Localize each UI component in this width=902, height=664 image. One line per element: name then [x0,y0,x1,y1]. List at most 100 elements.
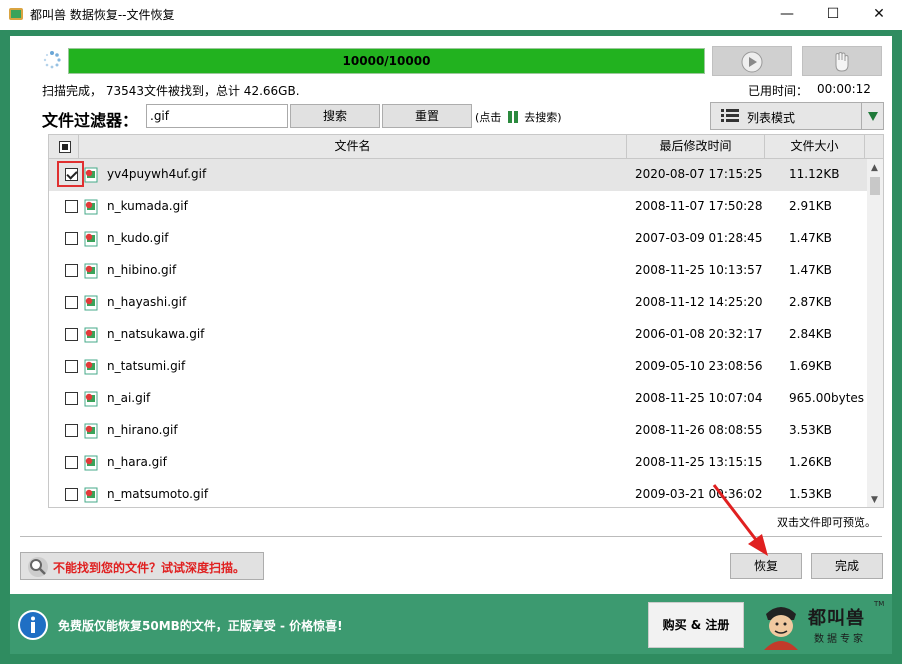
table-row[interactable]: n_kudo.gif 2007-03-09 01:28:45 1.47KB [49,223,867,255]
app-logo-icon [9,8,23,20]
gif-file-icon [84,359,98,375]
chevron-down-icon[interactable] [868,112,878,121]
deep-scan-button[interactable]: 不能找到您的文件？试试深度扫描。 [20,552,264,580]
search-button[interactable]: 搜索 [290,104,380,128]
file-name: n_ai.gif [107,391,151,405]
header-filler [865,135,883,159]
select-all-checkbox[interactable] [59,141,71,153]
list-view-icon [721,109,739,122]
minimize-button[interactable]: — [764,0,810,30]
table-row[interactable]: n_natsukawa.gif 2006-01-08 20:32:17 2.84KB [49,319,867,351]
table-row[interactable]: n_ai.gif 2008-11-25 10:07:04 965.00bytes [49,383,867,415]
row-checkbox[interactable] [65,488,78,501]
promo-footer: 免费版仅能恢复50MB的文件，正版享受 - 价格惊喜! 购买 & 注册 都叫兽 … [10,594,892,654]
file-modified: 2006-01-08 20:32:17 [635,327,763,341]
close-button[interactable]: ✕ [856,0,902,30]
row-checkbox[interactable] [65,232,78,245]
row-checkbox[interactable] [65,264,78,277]
view-mode-label: 列表模式 [747,111,796,125]
file-size: 2.87KB [789,295,832,309]
col-filename[interactable]: 文件名 [79,135,627,159]
scroll-thumb[interactable] [870,177,880,195]
scroll-up-icon[interactable]: ▲ [871,163,878,173]
table-row[interactable]: yv4puywh4uf.gif 2020-08-07 17:15:25 11.12K… [49,159,867,191]
row-checkbox[interactable] [65,424,78,437]
table-header: 文件名 最后修改时间 文件大小 [49,135,883,159]
divider [20,536,882,537]
row-checkbox[interactable] [65,456,78,469]
progress-text: 10000/10000 [342,54,431,68]
col-size[interactable]: 文件大小 [765,135,865,159]
file-modified: 2020-08-07 17:15:25 [635,167,763,181]
dropdown-separator [861,103,862,129]
file-modified: 2008-11-26 08:08:55 [635,423,763,437]
file-name: n_matsumoto.gif [107,487,209,501]
file-modified: 2009-05-10 23:08:56 [635,359,763,373]
table-row[interactable]: n_hara.gif 2008-11-25 13:15:15 1.26KB [49,447,867,479]
elapsed-time: 00:00:12 [817,82,871,96]
resume-button[interactable] [712,46,792,76]
col-modified[interactable]: 最后修改时间 [627,135,765,159]
table-row[interactable]: n_hirano.gif 2008-11-26 08:08:55 3.53KB [49,415,867,447]
file-name: n_hirano.gif [107,423,178,437]
row-checkbox[interactable] [65,360,78,373]
file-size: 11.12KB [789,167,840,181]
gif-file-icon [84,167,98,183]
file-size: 1.26KB [789,455,832,469]
row-checkbox[interactable] [65,328,78,341]
stop-button[interactable] [802,46,882,76]
file-size: 2.84KB [789,327,832,341]
select-all-cell[interactable] [49,135,79,159]
file-name: n_kudo.gif [107,231,169,245]
file-name: n_hara.gif [107,455,167,469]
gif-file-icon [84,295,98,311]
recover-button[interactable]: 恢复 [730,553,802,579]
window-title: 都叫兽 数据恢复--文件恢复 [30,8,175,22]
file-size: 1.47KB [789,263,832,277]
file-name: n_hayashi.gif [107,295,187,309]
file-size: 1.47KB [789,231,832,245]
reset-button[interactable]: 重置 [382,104,472,128]
file-size: 3.53KB [789,423,832,437]
elapsed-label: 已用时间： [748,84,809,98]
file-name: n_natsukawa.gif [107,327,205,341]
file-size: 1.53KB [789,487,832,501]
row-checkbox[interactable] [65,296,78,309]
magnifier-icon [28,557,48,577]
file-name: yv4puywh4uf.gif [107,167,207,181]
gif-file-icon [84,231,98,247]
file-modified: 2008-11-12 14:25:20 [635,295,763,309]
file-size: 2.91KB [789,199,832,213]
deep-scan-label: 不能找到您的文件？试试深度扫描。 [53,561,246,575]
table-row[interactable]: n_matsumoto.gif 2009-03-21 00:36:02 1.53KB [49,479,867,507]
gif-file-icon [84,263,98,279]
logo-brand: 都叫兽 [808,608,865,629]
file-modified: 2008-11-25 13:15:15 [635,455,763,469]
file-modified: 2008-11-07 17:50:28 [635,199,763,213]
gif-file-icon [84,423,98,439]
table-row[interactable]: n_kumada.gif 2008-11-07 17:50:28 2.91KB [49,191,867,223]
gif-file-icon [84,327,98,343]
row-checkbox[interactable] [65,392,78,405]
filter-input[interactable] [146,104,288,128]
maximize-button[interactable]: ☐ [810,0,856,30]
file-modified: 2008-11-25 10:13:57 [635,263,763,277]
done-button[interactable]: 完成 [811,553,883,579]
table-row[interactable]: n_tatsumi.gif 2009-05-10 23:08:56 1.69KB [49,351,867,383]
buy-register-button[interactable]: 购买 & 注册 [648,602,744,648]
file-modified: 2009-03-21 00:36:02 [635,487,763,501]
table-row[interactable]: n_hayashi.gif 2008-11-12 14:25:20 2.87KB [49,287,867,319]
vertical-scrollbar[interactable]: ▲ ▼ [867,159,883,507]
scan-summary: 扫描完成， 73543文件被找到，总计 42.66GB. [42,84,300,98]
loading-spinner-icon [43,51,61,69]
view-mode-dropdown[interactable]: 列表模式 [710,102,884,130]
row-checkbox[interactable] [65,200,78,213]
mascot-icon [764,607,798,650]
row-checkbox[interactable] [65,168,78,181]
table-row[interactable]: n_hibino.gif 2008-11-25 10:13:57 1.47KB [49,255,867,287]
logo-tm: TM [874,600,885,608]
scan-progress-bar: 10000/10000 [68,48,705,74]
filter-hint: (点击 去搜索) [475,109,562,125]
scroll-down-icon[interactable]: ▼ [871,495,878,505]
file-modified: 2007-03-09 01:28:45 [635,231,763,245]
